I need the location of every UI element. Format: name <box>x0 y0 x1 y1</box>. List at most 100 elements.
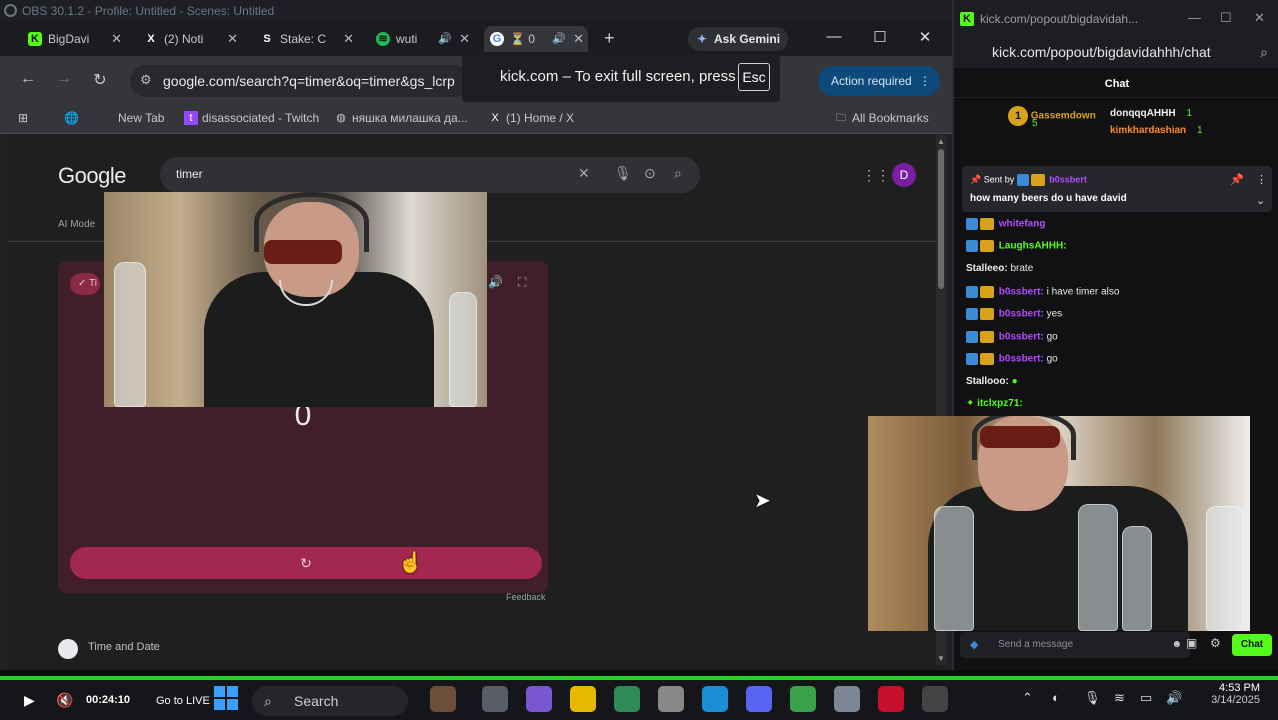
mic-icon[interactable]: 🎙 <box>614 165 632 182</box>
taskbar-search[interactable]: ⌕ Search <box>252 686 408 716</box>
tab-google-timer[interactable]: G ⏳ 0 🔊 ✕ <box>484 26 588 52</box>
chrome-icon[interactable] <box>614 686 640 712</box>
app-icon[interactable] <box>430 686 456 712</box>
maximize-icon[interactable]: ☐ <box>870 28 890 46</box>
chat-username[interactable]: itclxpz71: <box>977 398 1023 409</box>
chat-username[interactable]: whitefang <box>999 219 1046 230</box>
google-logo[interactable]: Google <box>58 163 126 189</box>
network-icon[interactable]: ◐ <box>1052 690 1060 705</box>
go-to-live-button[interactable]: Go to LIVE <box>156 695 210 707</box>
search-result[interactable]: Time and Date <box>58 639 160 659</box>
unpin-icon[interactable]: 📌 <box>1230 173 1244 186</box>
play-icon[interactable]: ▶ <box>24 692 35 709</box>
minimize-icon[interactable]: — <box>824 28 844 45</box>
result-title[interactable]: Time and Date <box>88 641 160 653</box>
apps-grid-icon[interactable]: ⊞ <box>18 111 28 125</box>
windows-start-icon[interactable] <box>214 686 238 710</box>
feedback-link[interactable]: Feedback <box>506 592 546 602</box>
fullscreen-icon[interactable]: ⛶ <box>518 275 526 290</box>
opera-icon[interactable] <box>878 686 904 712</box>
tab-kick[interactable]: K BigDavi ✕ <box>22 26 126 52</box>
speaker-icon[interactable]: 🔊 <box>552 26 566 52</box>
tab-stake[interactable]: S Stake: C ✕ <box>254 26 358 52</box>
chat-username[interactable]: b0ssbert: <box>999 354 1044 365</box>
search-icon[interactable]: ⌕ <box>674 165 682 182</box>
close-icon[interactable]: ✕ <box>227 26 238 52</box>
chat-input[interactable]: ◆ Send a message ☻ <box>960 632 1190 658</box>
mic-icon[interactable]: 🎙 <box>1084 690 1101 706</box>
more-icon[interactable]: ⋮ <box>1256 173 1267 186</box>
scroll-down-icon[interactable]: ▼ <box>936 654 946 663</box>
maximize-icon[interactable]: ☐ <box>1220 10 1232 26</box>
taskbar-clock[interactable]: 4:53 PM 3/14/2025 <box>1210 682 1260 706</box>
close-icon[interactable]: ✕ <box>343 26 354 52</box>
bookmark-x-home[interactable]: X (1) Home / X <box>488 111 574 125</box>
chevron-up-icon[interactable]: ⌃ <box>1022 690 1033 706</box>
scroll-up-icon[interactable]: ▲ <box>936 137 946 146</box>
reset-button[interactable]: ↻ <box>70 547 542 579</box>
google-search-box[interactable]: timer ✕ 🎙 ⊙ ⌕ <box>160 157 700 193</box>
chat-username[interactable]: Stallooo: <box>966 376 1009 387</box>
clear-icon[interactable]: ✕ <box>578 165 590 182</box>
back-icon[interactable]: ← <box>18 70 38 88</box>
gifter-item[interactable]: donqqqAHHH 1 <box>1110 108 1192 119</box>
close-icon[interactable]: ✕ <box>1254 10 1265 26</box>
new-tab-button[interactable]: + <box>604 28 622 48</box>
close-icon[interactable]: ✕ <box>573 26 584 52</box>
all-bookmarks[interactable]: 🗀 All Bookmarks <box>834 111 929 125</box>
action-required-button[interactable]: Action required ⋮ <box>818 66 940 96</box>
site-settings-icon[interactable]: ⚙ <box>140 72 152 88</box>
gifter-item[interactable]: kimkhardashian 1 <box>1110 125 1203 136</box>
settings-icon[interactable] <box>834 686 860 712</box>
ask-gemini-button[interactable]: ✦ Ask Gemini <box>688 27 788 51</box>
close-window-icon[interactable]: ✕ <box>915 28 935 46</box>
scrollbar-thumb[interactable] <box>938 149 944 289</box>
chat-username[interactable]: LaughsAHHH: <box>999 241 1067 252</box>
lens-icon[interactable]: ⊙ <box>644 165 656 182</box>
speaker-icon[interactable]: 🔊 <box>438 26 452 52</box>
address-bar[interactable]: ⚙ google.com/search?q=timer&oq=timer&gs_… <box>130 65 470 97</box>
reload-icon[interactable]: ↻ <box>90 70 110 90</box>
emoji-icon[interactable]: ☻ <box>1171 632 1182 658</box>
copilot-icon[interactable] <box>526 686 552 712</box>
chat-username[interactable]: b0ssbert: <box>999 332 1044 343</box>
settings-icon[interactable]: ⚙ <box>1210 636 1221 650</box>
bookmark-russian[interactable]: ◍ няшка милашка да... <box>334 111 468 125</box>
tab-ai-mode[interactable]: AI Mode <box>58 219 95 230</box>
avatar[interactable]: D <box>892 163 916 187</box>
chat-url-bar[interactable]: kick.com/popout/bigdavidahhh/chat ⌕ <box>954 38 1278 68</box>
mute-icon[interactable]: 🔇 <box>56 692 73 709</box>
close-icon[interactable]: ✕ <box>111 26 122 52</box>
chat-url-text[interactable]: kick.com/popout/bigdavidahhh/chat <box>992 44 1211 60</box>
timer-chip[interactable]: ✓ Ti <box>70 273 100 295</box>
search-query[interactable]: timer <box>176 167 203 181</box>
volume-icon[interactable]: 🔊 <box>1166 690 1182 706</box>
chevron-down-icon[interactable]: ⌄ <box>1256 194 1265 207</box>
url-text[interactable]: google.com/search?q=timer&oq=timer&gs_lc… <box>163 73 455 89</box>
gift-icon[interactable]: ▣ <box>1186 636 1197 650</box>
globe-icon[interactable]: 🌐 <box>64 111 79 125</box>
minimize-icon[interactable]: — <box>1188 10 1201 25</box>
chat-username[interactable]: b0ssbert: <box>999 287 1044 298</box>
obs-icon[interactable] <box>922 686 948 712</box>
more-icon[interactable]: ⋮ <box>919 66 931 96</box>
tab-spotify[interactable]: ≋ wuti 🔊 ✕ <box>370 26 474 52</box>
zoom-icon[interactable]: ⌕ <box>1260 38 1268 66</box>
discord-icon[interactable] <box>746 686 772 712</box>
chrome-icon[interactable] <box>790 686 816 712</box>
send-chat-button[interactable]: Chat <box>1232 634 1272 656</box>
sound-icon[interactable]: 🔊 <box>488 275 503 289</box>
gifter-item[interactable]: 1 Gassemdown 5 <box>1008 106 1096 129</box>
file-explorer-icon[interactable] <box>570 686 596 712</box>
battery-icon[interactable]: ▭ <box>1140 690 1152 706</box>
pinned-by-user[interactable]: b0ssbert <box>1049 174 1087 184</box>
tab-x[interactable]: X (2) Noti ✕ <box>138 26 242 52</box>
forward-icon[interactable]: → <box>54 70 74 88</box>
bookmark-new-tab[interactable]: New Tab <box>100 111 164 125</box>
task-view-icon[interactable] <box>482 686 508 712</box>
close-icon[interactable]: ✕ <box>459 26 470 52</box>
chat-username[interactable]: Stalleeo: <box>966 263 1008 274</box>
bookmark-twitch[interactable]: t disassociated - Twitch <box>184 111 319 125</box>
wifi-icon[interactable]: ≋ <box>1114 690 1125 706</box>
edge-icon[interactable] <box>702 686 728 712</box>
